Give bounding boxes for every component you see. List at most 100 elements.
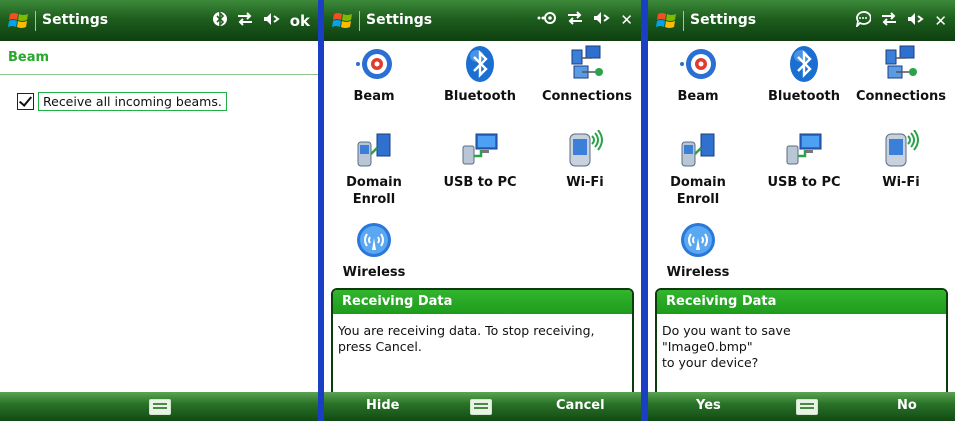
windows-start-icon[interactable] xyxy=(7,10,31,32)
keyboard-icon[interactable] xyxy=(796,399,818,415)
keyboard-icon[interactable] xyxy=(470,399,492,415)
window-title: Settings xyxy=(690,12,757,28)
bluetooth-icon xyxy=(466,46,494,82)
window-title: Settings xyxy=(366,12,433,28)
tile-label: Beam xyxy=(677,89,719,104)
settings-receiving-screen: Settings ✕ Beam Bluetooth Connections Do… xyxy=(324,0,641,421)
beam-settings-screen: Settings ok Beam Receive all incoming be… xyxy=(0,0,318,421)
volume-icon[interactable] xyxy=(263,12,281,30)
title-divider xyxy=(683,11,684,31)
dialog-text: "Image0.bmp" xyxy=(662,339,753,354)
tile-usb-to-pc[interactable]: USB to PC xyxy=(432,130,528,191)
tile-wifi[interactable]: Wi-Fi xyxy=(853,130,949,191)
tile-domain-enroll[interactable]: Domain Enroll xyxy=(650,130,746,208)
hide-button[interactable]: Hide xyxy=(366,398,399,413)
tile-label: Connections xyxy=(855,89,947,104)
tile-usb-to-pc[interactable]: USB to PC xyxy=(756,130,852,191)
tile-bluetooth[interactable]: Bluetooth xyxy=(756,44,852,105)
settings-save-prompt-screen: Settings ✕ Beam Bluetooth Connections Do… xyxy=(648,0,955,421)
cancel-button[interactable]: Cancel xyxy=(556,398,605,413)
data-sync-icon[interactable] xyxy=(236,12,254,30)
wifi-icon xyxy=(569,130,603,167)
dialog-message: You are receiving data. To stop receivin… xyxy=(333,314,632,355)
connections-icon xyxy=(571,45,603,79)
receive-beams-option[interactable]: Receive all incoming beams. xyxy=(17,92,227,111)
receive-beams-checkbox[interactable] xyxy=(17,93,34,110)
section-title: Beam xyxy=(8,50,50,65)
status-icons: ok xyxy=(212,11,310,31)
title-bar: Settings ok xyxy=(0,0,318,41)
tile-bluetooth[interactable]: Bluetooth xyxy=(432,44,528,105)
title-divider xyxy=(35,11,36,31)
tile-label: Wi-Fi xyxy=(566,175,604,190)
status-icons: ✕ xyxy=(537,11,633,29)
tile-label: Beam xyxy=(353,89,395,104)
menu-bar: Hide Cancel xyxy=(324,392,641,421)
yes-button[interactable]: Yes xyxy=(696,398,721,413)
usb-to-pc-icon xyxy=(786,133,822,165)
receiving-data-dialog: Receiving Data You are receiving data. T… xyxy=(331,288,634,396)
dialog-text: to your device? xyxy=(662,355,759,370)
tile-label: Wi-Fi xyxy=(882,175,920,190)
close-icon[interactable]: ✕ xyxy=(620,11,633,29)
tile-label: Bluetooth xyxy=(768,89,840,104)
screenshot-triptych: Settings ok Beam Receive all incoming be… xyxy=(0,0,955,421)
tile-label: Wireless xyxy=(342,265,406,280)
volume-icon[interactable] xyxy=(593,11,611,29)
tile-label: Wireless xyxy=(666,265,730,280)
menu-bar xyxy=(0,392,318,421)
close-icon[interactable]: ✕ xyxy=(934,12,947,30)
volume-icon[interactable] xyxy=(907,12,925,30)
tile-label: Connections xyxy=(541,89,633,104)
bluetooth-icon[interactable] xyxy=(212,11,227,31)
data-sync-icon[interactable] xyxy=(880,12,898,30)
tile-label: Bluetooth xyxy=(444,89,516,104)
usb-to-pc-icon xyxy=(462,133,498,165)
keyboard-icon[interactable] xyxy=(149,399,171,415)
window-title: Settings xyxy=(42,12,109,28)
ok-button[interactable]: ok xyxy=(290,12,310,30)
tile-label-line1: Domain xyxy=(346,175,402,190)
tile-wireless[interactable]: Wireless xyxy=(650,220,746,281)
title-bar: Settings ✕ xyxy=(324,0,641,41)
tile-label: USB to PC xyxy=(443,175,517,190)
wireless-icon xyxy=(681,223,715,257)
tile-wifi[interactable]: Wi-Fi xyxy=(537,130,633,191)
tile-beam[interactable]: Beam xyxy=(650,44,746,105)
tile-connections[interactable]: Connections xyxy=(532,44,641,105)
dialog-message: Do you want to save "Image0.bmp" to your… xyxy=(657,314,946,371)
domain-enroll-icon xyxy=(357,133,391,167)
windows-start-icon[interactable] xyxy=(655,10,679,32)
tile-connections[interactable]: Connections xyxy=(848,44,954,105)
dialog-text: Do you want to save xyxy=(662,323,791,338)
domain-enroll-icon xyxy=(681,133,715,167)
windows-start-icon[interactable] xyxy=(331,10,355,32)
status-icons: ✕ xyxy=(855,11,947,31)
beam-icon xyxy=(680,49,716,79)
beam-icon xyxy=(356,49,392,79)
wifi-icon xyxy=(885,130,919,167)
notification-icon[interactable] xyxy=(855,11,873,31)
connections-icon xyxy=(885,45,917,79)
tile-label: Domain Enroll xyxy=(326,174,422,208)
tile-label-line1: Domain xyxy=(670,175,726,190)
tile-label-line2: Enroll xyxy=(352,192,396,207)
tile-beam[interactable]: Beam xyxy=(326,44,422,105)
wireless-icon xyxy=(357,223,391,257)
no-button[interactable]: No xyxy=(897,398,917,413)
menu-bar: Yes No xyxy=(648,392,955,421)
data-sync-icon[interactable] xyxy=(566,11,584,29)
tile-label: USB to PC xyxy=(767,175,841,190)
dialog-text: press Cancel. xyxy=(338,339,422,354)
tile-domain-enroll[interactable]: Domain Enroll xyxy=(326,130,422,208)
tile-label-line2: Enroll xyxy=(676,192,720,207)
tile-label: Domain Enroll xyxy=(650,174,746,208)
title-bar: Settings ✕ xyxy=(648,0,955,41)
beam-signal-icon[interactable] xyxy=(537,11,557,29)
title-divider xyxy=(359,11,360,31)
save-file-dialog: Receiving Data Do you want to save "Imag… xyxy=(655,288,948,396)
dialog-text: You are receiving data. To stop receivin… xyxy=(338,323,595,338)
bluetooth-icon xyxy=(790,46,818,82)
receive-beams-label[interactable]: Receive all incoming beams. xyxy=(38,92,227,111)
tile-wireless[interactable]: Wireless xyxy=(326,220,422,281)
